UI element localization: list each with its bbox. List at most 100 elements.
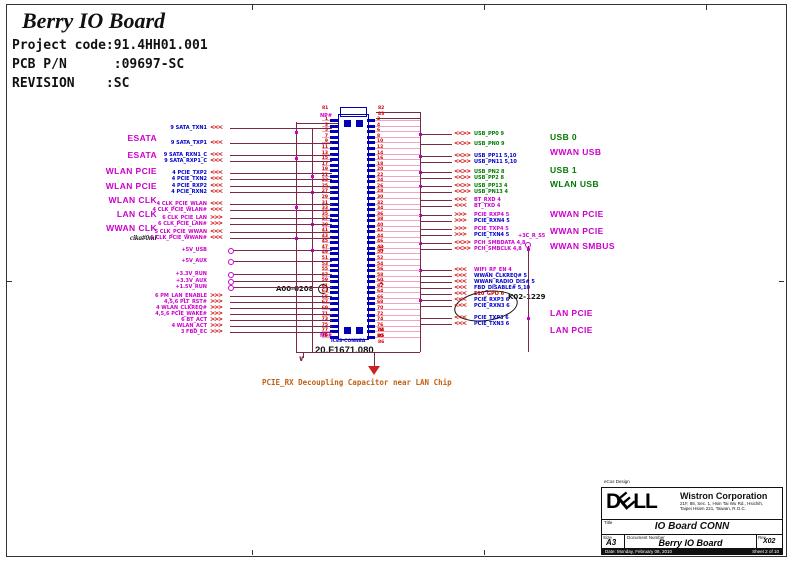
connector-pin-stub bbox=[330, 175, 338, 178]
bus-wire-vertical bbox=[528, 246, 529, 352]
connector-pin-stub bbox=[330, 119, 338, 122]
frame-tick bbox=[484, 5, 485, 10]
connector-pin-stub bbox=[367, 164, 375, 167]
pin-wire-highlight bbox=[375, 237, 420, 238]
net-wire bbox=[420, 192, 452, 193]
net-wire bbox=[230, 302, 332, 303]
net-label: PCIE_RXN3 6 bbox=[474, 303, 510, 309]
net-label: BT_TXD 4 bbox=[474, 203, 500, 209]
pin-wire-highlight bbox=[375, 248, 420, 249]
frame-tick bbox=[779, 281, 784, 282]
dell-logo-letter: L bbox=[645, 490, 657, 514]
pin-wire-highlight bbox=[322, 220, 330, 221]
offpage-chevron-icon: >>> bbox=[210, 221, 222, 227]
power-tap-label: +3C_R_S5 bbox=[518, 233, 545, 239]
bus-name-label: WLAN PCIE bbox=[85, 166, 157, 176]
connector-part-text: ICES-CONNEA bbox=[331, 339, 365, 344]
pin-wire-highlight bbox=[375, 220, 420, 221]
pin-wire-highlight bbox=[322, 265, 330, 266]
pin-wire-highlight bbox=[375, 209, 420, 210]
connector-pin-stub bbox=[367, 336, 375, 339]
net-wire bbox=[230, 204, 332, 205]
connector-part-number: 20.F1671.080 bbox=[315, 345, 374, 356]
pin-wire-highlight bbox=[322, 126, 330, 127]
junction-dot bbox=[295, 157, 298, 160]
pin-wire-highlight bbox=[375, 287, 420, 288]
connector-pin-stub bbox=[367, 158, 375, 161]
junction-dot bbox=[295, 206, 298, 209]
pin-number: 85 bbox=[378, 335, 384, 340]
pin-wire-highlight bbox=[375, 198, 420, 199]
offpage-chevron-icon: <<< bbox=[210, 140, 222, 146]
connector-pin-stub bbox=[367, 247, 375, 250]
pin-wire-highlight bbox=[375, 176, 420, 177]
net-wire bbox=[420, 306, 452, 307]
size-value: A3 bbox=[606, 538, 616, 547]
net-label: PCIE_RXN4 5 bbox=[474, 218, 510, 224]
net-wire bbox=[234, 287, 332, 288]
pin-wire-highlight bbox=[375, 320, 420, 321]
connector-pin-stub bbox=[330, 264, 338, 267]
connector-pin-stub bbox=[367, 130, 375, 133]
bus-name-label: WLAN CLK bbox=[85, 195, 157, 205]
connector-key-box bbox=[356, 327, 363, 334]
pin-number: 86 bbox=[378, 341, 384, 346]
connector-pin-stub bbox=[367, 141, 375, 144]
pin-wire-highlight bbox=[322, 137, 330, 138]
offpage-chevron-icon: <<< bbox=[454, 303, 466, 309]
doc-number-value: Berry IO Board bbox=[625, 538, 756, 548]
bus-name-label: WLAN USB bbox=[550, 179, 599, 189]
net-wire bbox=[420, 162, 452, 163]
offpage-chevron-icon: <<>> bbox=[454, 159, 470, 165]
frame-tick bbox=[252, 5, 253, 10]
net-label: USB_PN0 9 bbox=[474, 141, 505, 147]
pin-number: 83 bbox=[378, 113, 384, 118]
connector-pin-stub bbox=[367, 236, 375, 239]
net-wire bbox=[230, 320, 332, 321]
net-wire bbox=[230, 155, 332, 156]
net-wire bbox=[420, 206, 452, 207]
net-wire bbox=[230, 238, 332, 239]
connector-pin-stub bbox=[367, 208, 375, 211]
connector-pin-stub bbox=[367, 180, 375, 183]
net-wire bbox=[230, 232, 332, 233]
connector-pin-stub bbox=[367, 302, 375, 305]
net-wire bbox=[230, 143, 332, 144]
net-wire bbox=[230, 179, 332, 180]
connector-pin-stub bbox=[367, 203, 375, 206]
net-wire bbox=[234, 281, 332, 282]
connector-pin-stub bbox=[367, 297, 375, 300]
offpage-chevron-icon: <<>> bbox=[454, 189, 470, 195]
net-wire bbox=[420, 318, 452, 319]
net-wire bbox=[420, 288, 452, 289]
connector-pin-stub bbox=[367, 241, 375, 244]
net-wire bbox=[230, 128, 332, 129]
pin-wire-highlight bbox=[375, 148, 420, 149]
pin-wire-highlight bbox=[375, 170, 420, 171]
pin-wire-highlight bbox=[322, 159, 330, 160]
offpage-chevron-icon: <<< bbox=[210, 207, 222, 213]
pin-wire-highlight bbox=[322, 303, 330, 304]
connector-pin-stub bbox=[367, 258, 375, 261]
net-wire bbox=[420, 215, 452, 216]
pin-wire-highlight bbox=[322, 259, 330, 260]
connector-pin-stub bbox=[367, 291, 375, 294]
pin-wire-highlight bbox=[322, 165, 330, 166]
net-wire bbox=[234, 274, 332, 275]
pin-wire-highlight bbox=[375, 292, 420, 293]
offpage-chevron-icon: >>> bbox=[454, 232, 466, 238]
pin-wire-highlight bbox=[375, 298, 420, 299]
pin-wire-highlight bbox=[322, 131, 330, 132]
page-title: Berry IO Board bbox=[22, 8, 165, 34]
pin-number: 84 bbox=[378, 329, 384, 334]
pin-wire-highlight bbox=[375, 154, 420, 155]
connector-pin-stub bbox=[367, 264, 375, 267]
net-label: +5V_AUX bbox=[95, 258, 207, 264]
connector-pin-stub bbox=[367, 175, 375, 178]
power-terminal-icon bbox=[228, 285, 234, 291]
pin-wire-highlight bbox=[375, 159, 420, 160]
pin-wire-highlight bbox=[375, 181, 420, 182]
net-wire bbox=[420, 324, 452, 325]
net-wire bbox=[420, 249, 452, 250]
pin-wire-highlight bbox=[322, 148, 330, 149]
